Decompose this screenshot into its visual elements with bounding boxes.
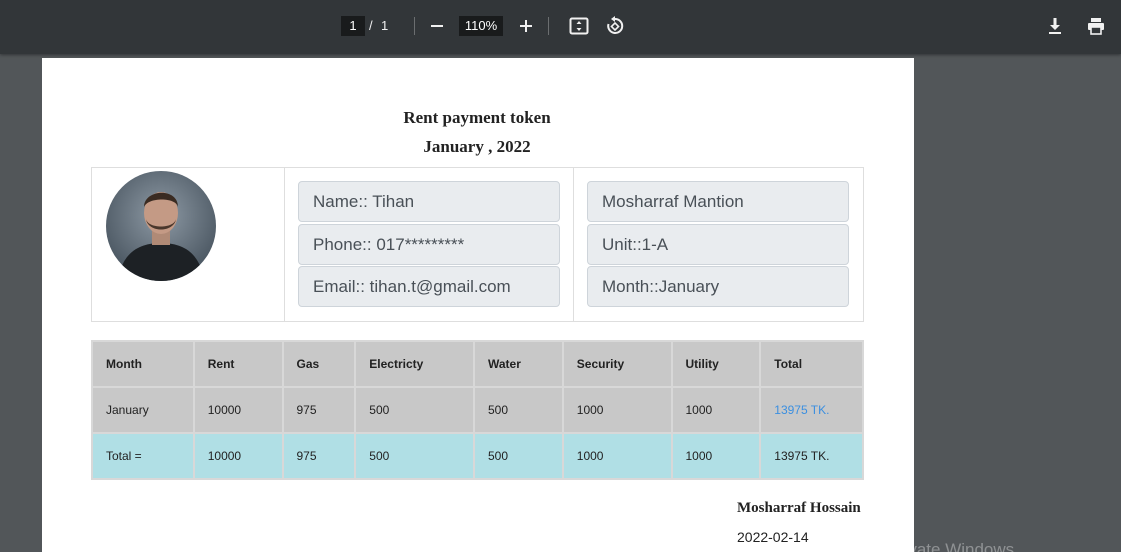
- table-cell: January: [91, 386, 195, 434]
- table-cell: 500: [473, 432, 564, 480]
- column-header: Security: [561, 340, 673, 388]
- print-button[interactable]: [1083, 13, 1109, 39]
- table-cell: 500: [354, 386, 475, 434]
- signature-name: Mosharraf Hossain: [737, 500, 861, 516]
- panel-divider: [284, 168, 285, 321]
- rotate-icon: [607, 16, 624, 34]
- page-number-input[interactable]: 1: [341, 16, 365, 36]
- page-separator: /: [369, 18, 373, 33]
- table-cell: 1000: [561, 386, 673, 434]
- table-cell: 500: [473, 386, 564, 434]
- table-cell: Total =: [91, 432, 195, 480]
- toolbar-divider: [548, 17, 549, 35]
- payment-table: Month Rent Gas Electricty Water Security…: [91, 340, 864, 480]
- toolbar-divider: [414, 17, 415, 35]
- panel-divider: [573, 168, 574, 321]
- column-header: Total: [759, 340, 864, 388]
- avatar-image: [106, 171, 216, 281]
- zoom-level-input[interactable]: 110%: [459, 16, 503, 36]
- column-header: Gas: [281, 340, 357, 388]
- column-header: Electricty: [354, 340, 475, 388]
- total-pages: 1: [381, 18, 389, 33]
- fit-page-icon: [569, 17, 589, 35]
- table-cell: 975: [281, 386, 357, 434]
- table-cell: 975: [281, 432, 357, 480]
- plus-icon: [520, 20, 532, 32]
- signature-date: 2022-02-14: [737, 529, 809, 545]
- table-cell: 10000: [192, 386, 284, 434]
- column-header: Water: [473, 340, 564, 388]
- fit-page-button[interactable]: [566, 13, 592, 39]
- activation-watermark: Activate Windows: [880, 540, 1015, 552]
- download-icon: [1049, 18, 1061, 34]
- tenant-phone-field: Phone:: 017*********: [298, 224, 560, 265]
- download-button[interactable]: [1042, 13, 1068, 39]
- column-header: Month: [91, 340, 195, 388]
- zoom-in-button[interactable]: [513, 13, 539, 39]
- avatar: [106, 171, 216, 281]
- total-link[interactable]: 13975 TK.: [759, 386, 864, 434]
- tenant-email-field: Email:: tihan.t@gmail.com: [298, 266, 560, 307]
- building-field: Mosharraf Mantion: [587, 181, 849, 222]
- table-cell: 1000: [561, 432, 673, 480]
- pdf-toolbar: 1 / 1 110%: [0, 0, 1121, 54]
- column-header: Rent: [192, 340, 284, 388]
- zoom-out-button[interactable]: [424, 13, 450, 39]
- rotate-button[interactable]: [602, 13, 628, 39]
- document-title: Rent payment token: [403, 108, 551, 127]
- total-row: Total = 10000 975 500 500 1000 1000 1397…: [91, 432, 864, 480]
- document-period: January , 2022: [423, 137, 531, 156]
- table-cell: 1000: [670, 432, 762, 480]
- unit-field: Unit::1-A: [587, 224, 849, 265]
- tenant-name-field: Name:: Tihan: [298, 181, 560, 222]
- table-cell: 500: [354, 432, 475, 480]
- table-cell: 1000: [670, 386, 762, 434]
- table-header-row: Month Rent Gas Electricty Water Security…: [91, 340, 864, 388]
- print-icon: [1088, 18, 1104, 35]
- tenant-info-panel: Name:: Tihan Phone:: 017********* Email:…: [91, 167, 864, 322]
- minus-icon: [431, 25, 443, 27]
- table-cell: 10000: [192, 432, 284, 480]
- month-field: Month::January: [587, 266, 849, 307]
- pdf-page: Rent payment token January , 2022 Name::…: [42, 58, 914, 552]
- table-row: January 10000 975 500 500 1000 1000 1397…: [91, 386, 864, 434]
- column-header: Utility: [670, 340, 762, 388]
- table-cell: 13975 TK.: [759, 432, 864, 480]
